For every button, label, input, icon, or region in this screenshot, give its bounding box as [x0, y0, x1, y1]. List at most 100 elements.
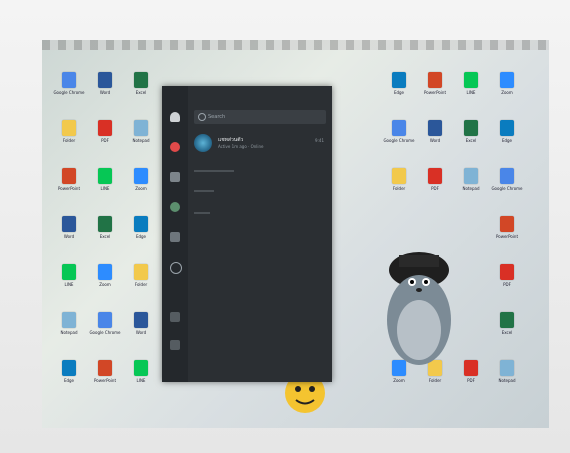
app-icon [62, 120, 76, 136]
app-icon [134, 216, 148, 232]
desktop-icon-label: Zoom [135, 186, 147, 191]
desktop-icon[interactable]: LINE [454, 72, 488, 108]
desktop-icon-label: PowerPoint [495, 234, 519, 239]
desktop-icon[interactable]: Google Chrome [490, 168, 524, 204]
desktop-icon[interactable]: Word [88, 72, 122, 108]
desktop-icon[interactable]: Word [52, 216, 86, 252]
desktop-icon-label: Excel [465, 138, 477, 143]
app-icon [392, 168, 406, 184]
desktop-icon[interactable]: PowerPoint [88, 360, 122, 396]
desktop-icon-label: Notepad [498, 378, 516, 383]
desktop-icon[interactable]: Zoom [88, 264, 122, 300]
app-icon [464, 360, 478, 376]
contact-name: แชทส่วนตัว [218, 137, 244, 143]
desktop-icon[interactable]: Folder [382, 168, 416, 204]
desktop-icon-label: Folder [428, 378, 442, 383]
desktop-icon[interactable]: Excel [490, 312, 524, 348]
desktop-icon-label: Google Chrome [383, 138, 415, 143]
clock-icon[interactable] [170, 202, 180, 212]
search-input[interactable]: Search [194, 110, 326, 124]
desktop-icon-label: Zoom [99, 282, 111, 287]
desktop-icon[interactable]: Zoom [490, 72, 524, 108]
app-icon [98, 216, 112, 232]
desktop-icon[interactable]: LINE [88, 168, 122, 204]
character-sticker [374, 220, 464, 370]
desktop-icon[interactable]: Folder [124, 264, 158, 300]
app-icon [500, 120, 514, 136]
desktop-icon-label: LINE [136, 378, 146, 383]
desktop-icon-label: Edge [63, 378, 75, 383]
desktop-icon[interactable]: Edge [490, 120, 524, 156]
more-icon[interactable] [170, 312, 180, 322]
desktop-icon-label: Google Chrome [89, 330, 121, 335]
desktop-icon[interactable]: Edge [52, 360, 86, 396]
desktop-icon[interactable]: PowerPoint [418, 72, 452, 108]
avatar [194, 134, 212, 152]
desktop-icon-label: Zoom [501, 90, 513, 95]
desktop-icon[interactable]: Zoom [124, 168, 158, 204]
desktop-icon-label: Excel [135, 90, 147, 95]
desktop-icon-label: Word [429, 138, 441, 143]
app-icon [500, 216, 514, 232]
desktop-icon[interactable]: PDF [418, 168, 452, 204]
person-icon[interactable] [170, 112, 180, 122]
app-icon [134, 168, 148, 184]
desktop-icon[interactable]: PDF [88, 120, 122, 156]
desktop-icon[interactable]: Folder [52, 120, 86, 156]
app-icon [62, 312, 76, 328]
desktop-icon-label: Folder [62, 138, 76, 143]
app-icon [98, 168, 112, 184]
desktop-icon[interactable]: Word [418, 120, 452, 156]
app-icon [62, 360, 76, 376]
chat-side-rail [162, 86, 188, 382]
desktop-icon[interactable]: Google Chrome [382, 120, 416, 156]
app-icon [392, 72, 406, 88]
desktop-icon-label: PDF [503, 282, 511, 287]
desktop-icon-label: Folder [392, 186, 406, 191]
desktop-icon[interactable]: LINE [52, 264, 86, 300]
app-icon [62, 72, 76, 88]
desktop-icon[interactable]: Edge [124, 216, 158, 252]
desktop-icon[interactable]: PDF [490, 264, 524, 300]
desktop-icon[interactable]: PowerPoint [52, 168, 86, 204]
app-icon [98, 312, 112, 328]
chat-panel[interactable]: Search แชทส่วนตัว Active 1m ago · Online… [162, 86, 332, 382]
contacts-icon[interactable] [170, 172, 180, 182]
desktop-icon[interactable]: Excel [124, 72, 158, 108]
desktop-icon[interactable]: Excel [454, 120, 488, 156]
desktop-icon[interactable]: Edge [382, 72, 416, 108]
desktop-icon-label: LINE [466, 90, 476, 95]
settings-icon[interactable] [170, 262, 182, 274]
desktop-icon[interactable]: Word [124, 312, 158, 348]
desktop-icon[interactable]: Notepad [454, 168, 488, 204]
app-icon [134, 72, 148, 88]
app-icon [134, 120, 148, 136]
desktop-icon[interactable]: Excel [88, 216, 122, 252]
divider [194, 190, 214, 192]
app-icon [464, 168, 478, 184]
app-icon [500, 264, 514, 280]
desktop-icon[interactable]: LINE [124, 360, 158, 396]
app-icon [392, 120, 406, 136]
desktop-icon-label: Edge [135, 234, 147, 239]
desktop-icon-label: PowerPoint [423, 90, 447, 95]
search-placeholder: Search [208, 114, 226, 120]
desktop-icon-label: Folder [134, 282, 148, 287]
desktop-icon-label: PDF [467, 378, 475, 383]
desktop-icon-label: PowerPoint [93, 378, 117, 383]
chat-list-item[interactable]: แชทส่วนตัว Active 1m ago · Online 9:41 [194, 132, 326, 158]
desktop-icon[interactable]: Notepad [124, 120, 158, 156]
desktop-icon[interactable]: Notepad [490, 360, 524, 396]
app-icon [62, 168, 76, 184]
phone-icon[interactable] [170, 340, 180, 350]
desktop-icon-label: Zoom [393, 378, 405, 383]
chat-bubble-icon[interactable] [170, 142, 180, 152]
desktop-icon[interactable]: Google Chrome [52, 72, 86, 108]
desktop-icon[interactable]: Notepad [52, 312, 86, 348]
app-icon [98, 264, 112, 280]
desktop-icon[interactable]: Google Chrome [88, 312, 122, 348]
desktop-icon[interactable]: PowerPoint [490, 216, 524, 252]
app-icon [464, 120, 478, 136]
desktop-icon-label: Excel [99, 234, 111, 239]
calendar-icon[interactable] [170, 232, 180, 242]
